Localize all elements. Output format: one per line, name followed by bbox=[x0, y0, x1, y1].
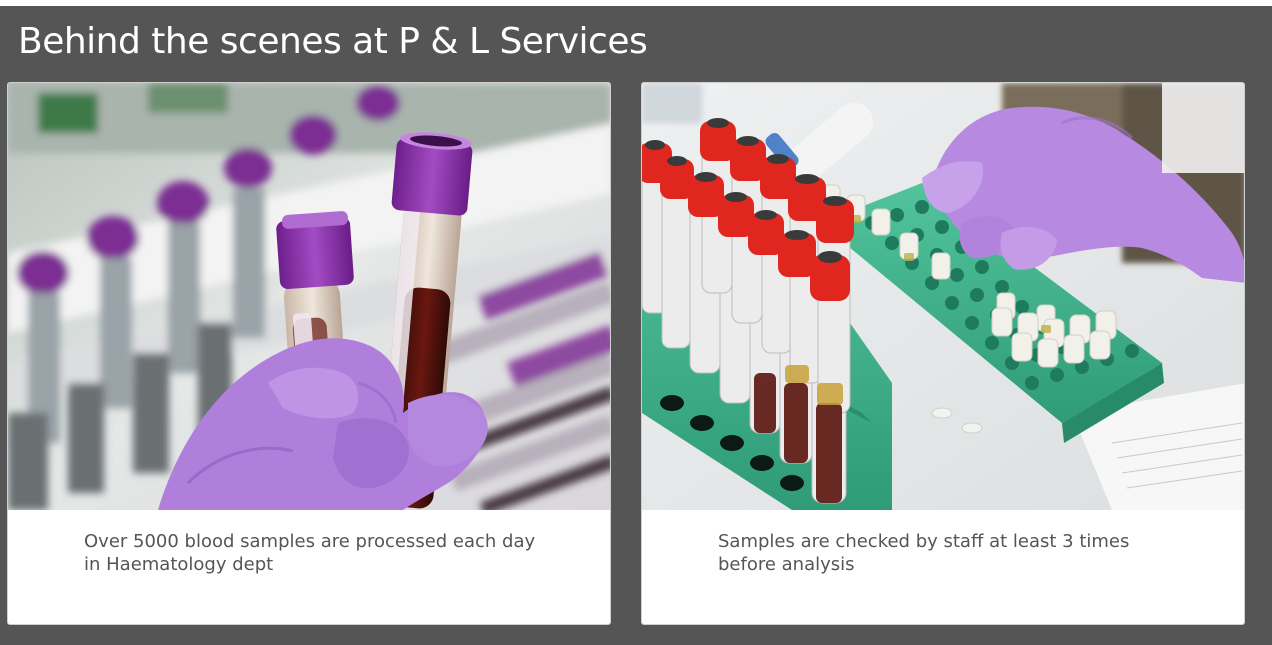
card-blood-samples: Over 5000 blood samples are processed ea… bbox=[7, 82, 611, 625]
card-caption: Samples are checked by staff at least 3 … bbox=[718, 531, 1130, 575]
blood-samples-photo bbox=[8, 83, 610, 510]
card-sample-checking: Samples are checked by staff at least 3 … bbox=[641, 82, 1245, 625]
sample-checking-photo bbox=[642, 83, 1244, 510]
card-caption: Over 5000 blood samples are processed ea… bbox=[84, 531, 536, 575]
section-title: Behind the scenes at P & L Services bbox=[18, 21, 648, 62]
behind-the-scenes-section: Behind the scenes at P & L Services Over… bbox=[0, 6, 1272, 645]
